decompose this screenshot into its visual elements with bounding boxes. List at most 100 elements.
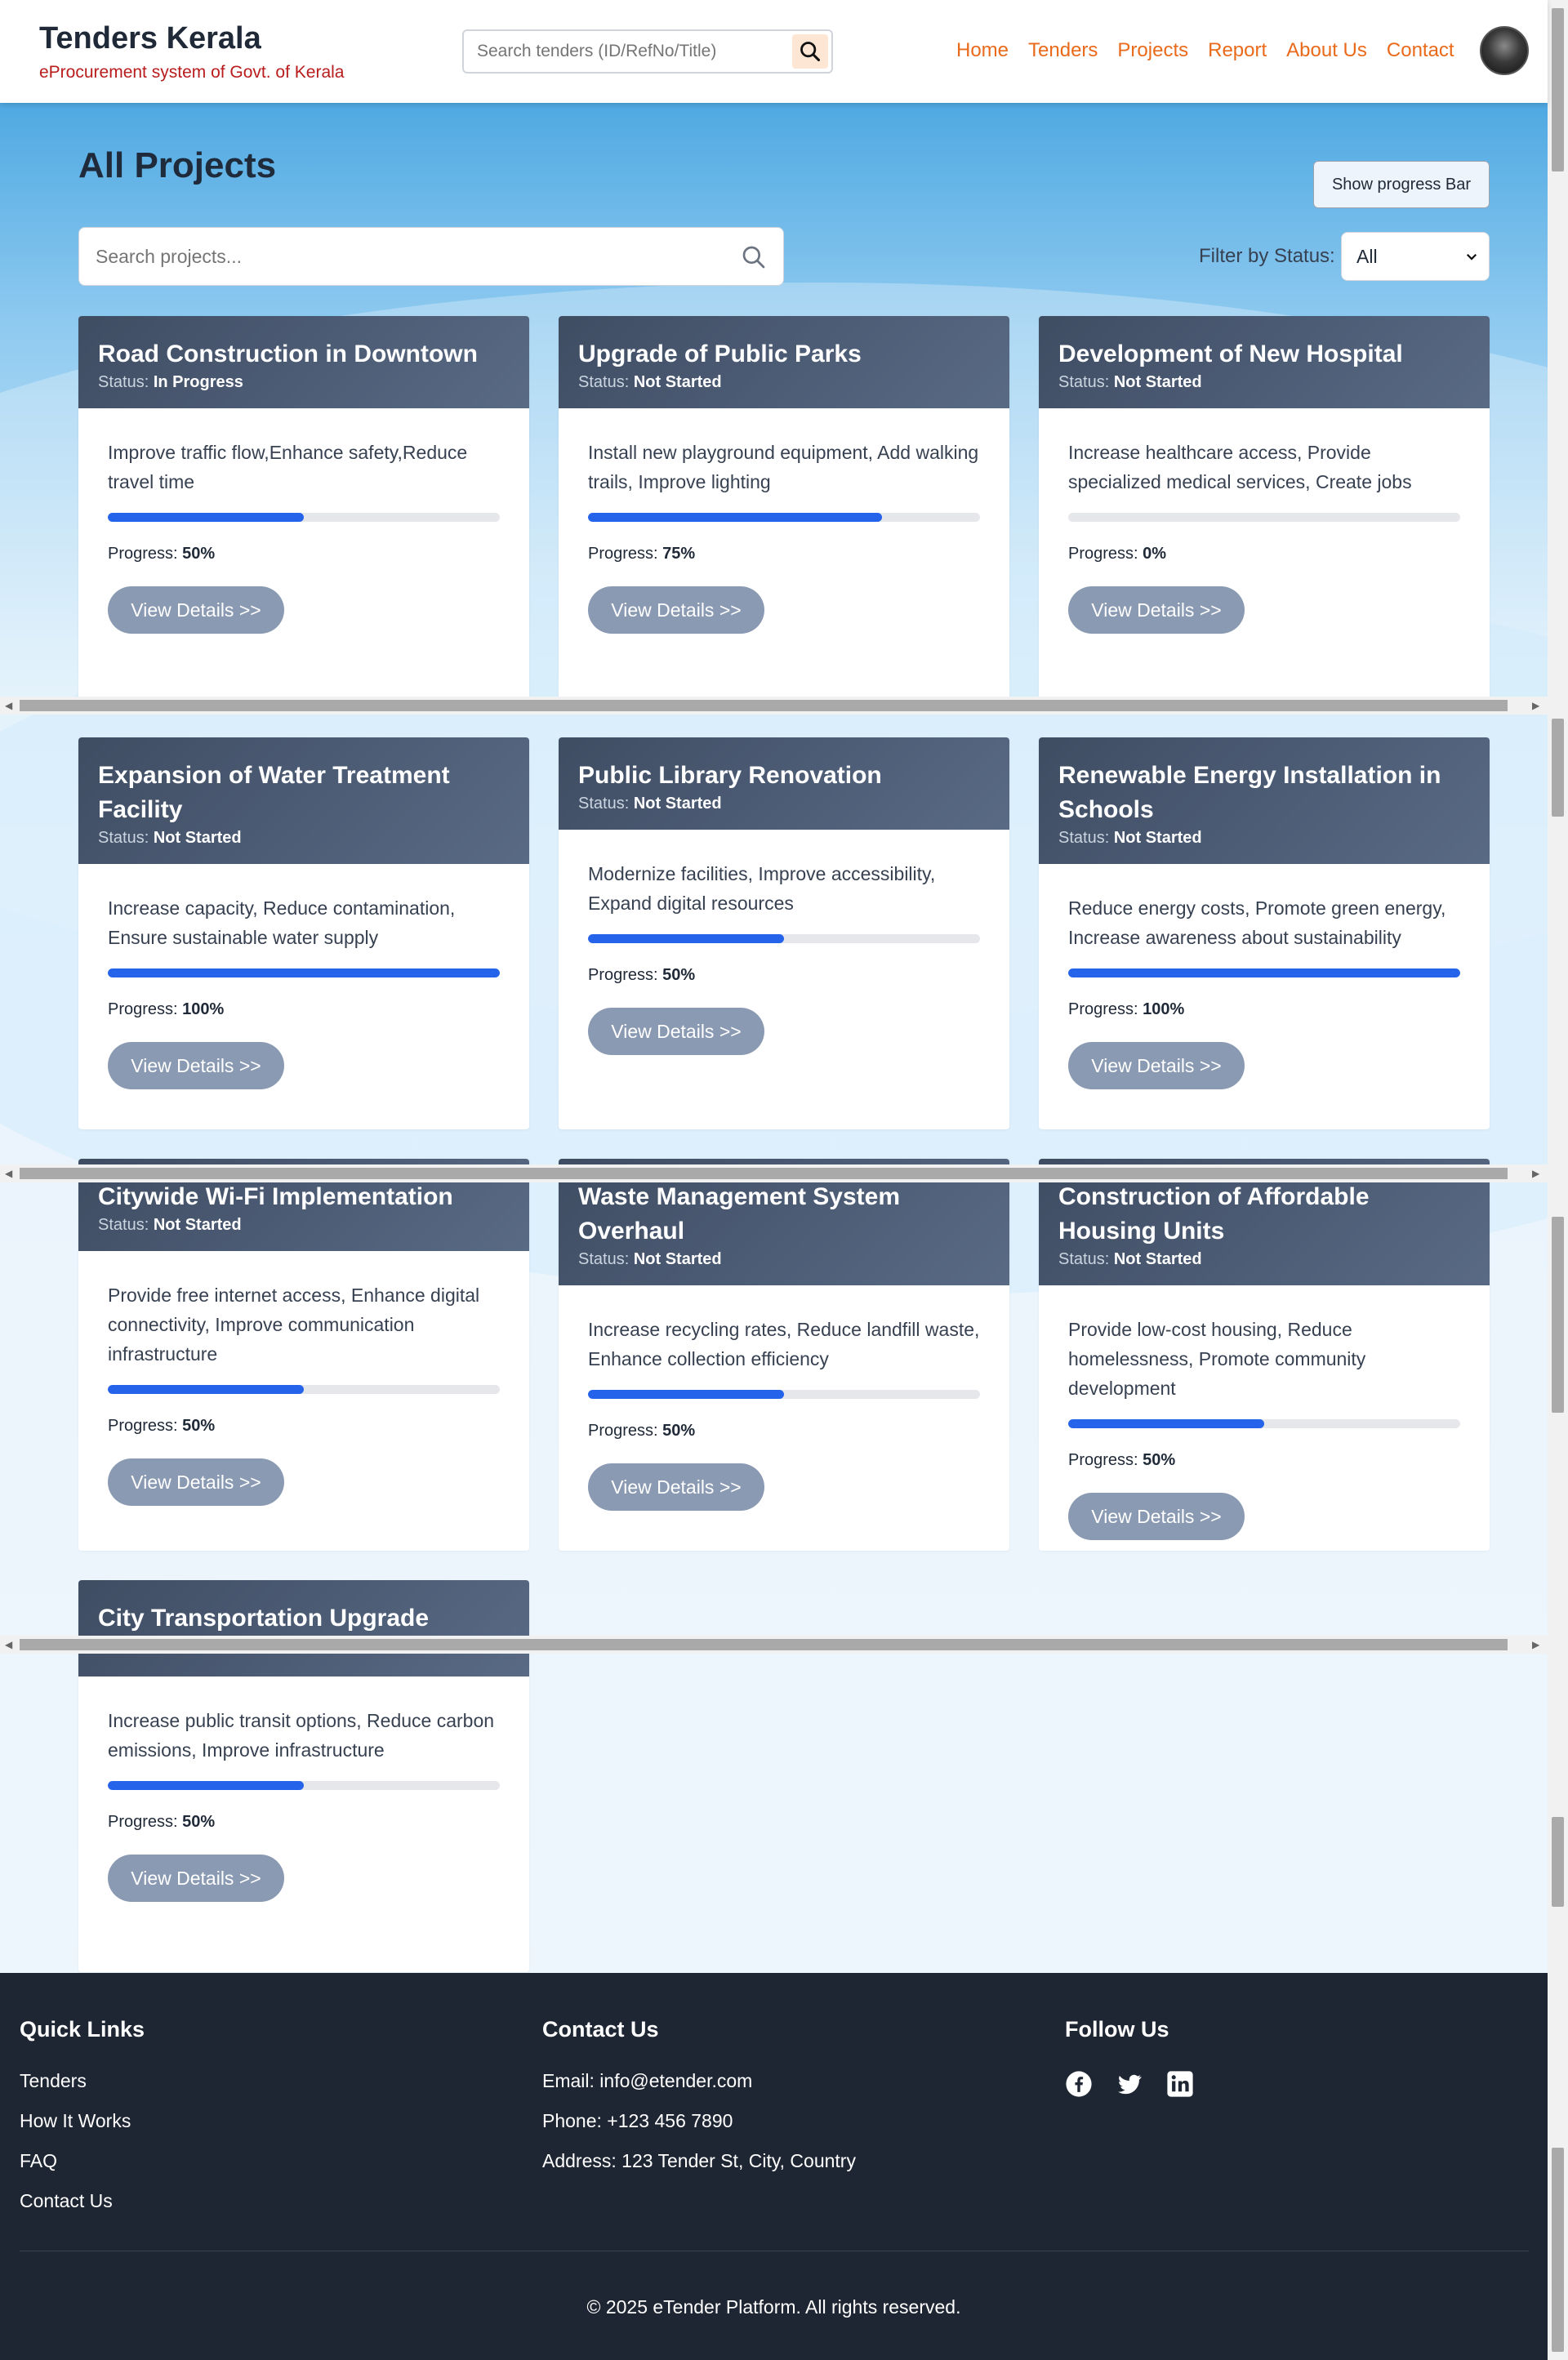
progress-bar xyxy=(1068,513,1460,522)
follow-us: Follow Us xyxy=(1065,2017,1194,2098)
project-card: Development of New Hospital Status: Not … xyxy=(1039,316,1490,708)
scrollbar-thumb[interactable] xyxy=(20,1639,1508,1650)
status-value: Not Started xyxy=(1113,1250,1202,1268)
project-card: Expansion of Water Treatment Facility St… xyxy=(78,737,529,1129)
project-status: Status: Not Started xyxy=(98,1216,242,1234)
progress-fill xyxy=(1068,968,1460,977)
project-card: Citywide Wi-Fi Implementation Status: No… xyxy=(78,1159,529,1551)
status-value: Not Started xyxy=(153,1216,242,1234)
brand-title[interactable]: Tenders Kerala xyxy=(39,21,345,56)
footer-link-contact-us[interactable]: Contact Us xyxy=(20,2190,145,2212)
project-status: Status: Not Started xyxy=(1058,1250,1202,1268)
site-footer: Quick Links Tenders How It Works FAQ Con… xyxy=(0,1973,1548,2360)
project-status: Status: In Progress xyxy=(98,373,243,391)
user-avatar[interactable] xyxy=(1480,26,1529,75)
card-header: Public Library Renovation Status: Not St… xyxy=(559,737,1009,830)
card-header: Road Construction in Downtown Status: In… xyxy=(78,316,529,408)
show-progress-bar-button[interactable]: Show progress Bar xyxy=(1313,161,1490,208)
card-header: Renewable Energy Installation in Schools… xyxy=(1039,737,1490,864)
chevron-down-icon xyxy=(1466,253,1477,260)
scrollbar-thumb[interactable] xyxy=(1552,1817,1564,1907)
progress-text: Progress: 100% xyxy=(108,1000,225,1018)
nav-tenders[interactable]: Tenders xyxy=(1028,39,1098,62)
contact-address: Address: 123 Tender St, City, Country xyxy=(542,2150,856,2171)
linkedin-icon[interactable] xyxy=(1166,2070,1194,2098)
twitter-icon[interactable] xyxy=(1116,2070,1143,2098)
tender-search xyxy=(462,29,833,73)
view-details-button[interactable]: View Details >> xyxy=(108,1042,284,1089)
contact-title: Contact Us xyxy=(542,2017,659,2042)
nav-home[interactable]: Home xyxy=(956,39,1009,62)
nav-contact[interactable]: Contact xyxy=(1387,39,1454,62)
project-card: Public Library Renovation Status: Not St… xyxy=(559,737,1009,1129)
status-filter-select[interactable]: All xyxy=(1341,232,1490,281)
progress-bar xyxy=(1068,1419,1460,1428)
footer-link-faq[interactable]: FAQ xyxy=(20,2150,145,2172)
progress-text: Progress: 0% xyxy=(1068,545,1167,563)
nav-report[interactable]: Report xyxy=(1208,39,1267,62)
scrollbar-thumb[interactable] xyxy=(20,700,1508,711)
status-filter-value: All xyxy=(1356,245,1378,267)
brand[interactable]: Tenders Kerala eProcurement system of Go… xyxy=(39,21,345,82)
progress-fill xyxy=(1068,1419,1264,1428)
horizontal-scrollbar[interactable]: ◀ ▶ xyxy=(0,697,1548,715)
view-details-button[interactable]: View Details >> xyxy=(588,1463,764,1511)
project-title: Citywide Wi-Fi Implementation xyxy=(98,1183,453,1210)
footer-link-tenders[interactable]: Tenders xyxy=(20,2070,145,2092)
progress-text: Progress: 50% xyxy=(108,1813,216,1831)
scrollbar-thumb[interactable] xyxy=(1552,1217,1564,1413)
card-header: Upgrade of Public Parks Status: Not Star… xyxy=(559,316,1009,408)
status-value: Not Started xyxy=(1113,373,1202,391)
progress-bar xyxy=(588,934,980,943)
progress-bar xyxy=(108,1781,500,1790)
progress-bar xyxy=(108,1385,500,1394)
progress-text: Progress: 50% xyxy=(108,545,216,563)
project-status: Status: Not Started xyxy=(1058,373,1202,391)
card-header: Expansion of Water Treatment Facility St… xyxy=(78,737,529,864)
project-status: Status: Not Started xyxy=(578,373,722,391)
scrollbar-thumb[interactable] xyxy=(1552,719,1564,817)
project-card: Renewable Energy Installation in Schools… xyxy=(1039,737,1490,1129)
progress-fill xyxy=(108,1385,304,1394)
progress-fill xyxy=(108,1781,304,1790)
progress-bar xyxy=(1068,968,1460,977)
tender-search-button[interactable] xyxy=(792,34,828,69)
progress-text: Progress: 50% xyxy=(588,1422,696,1440)
project-search xyxy=(78,227,784,286)
brand-subtitle: eProcurement system of Govt. of Kerala xyxy=(39,63,345,82)
view-details-button[interactable]: View Details >> xyxy=(1068,586,1245,634)
horizontal-scrollbar[interactable]: ◀ ▶ xyxy=(0,1636,1548,1654)
project-description: Provide free internet access, Enhance di… xyxy=(108,1285,480,1365)
project-title: Waste Management System Overhaul xyxy=(578,1183,901,1245)
horizontal-scrollbar[interactable]: ◀ ▶ xyxy=(0,1164,1548,1182)
project-description: Increase healthcare access, Provide spec… xyxy=(1068,442,1412,492)
nav-projects[interactable]: Projects xyxy=(1117,39,1188,62)
scrollbar-thumb[interactable] xyxy=(20,1168,1508,1179)
progress-text: Progress: 75% xyxy=(588,545,696,563)
view-details-button[interactable]: View Details >> xyxy=(588,1008,764,1055)
page-title: All Projects xyxy=(78,145,277,185)
tender-search-input[interactable] xyxy=(477,31,779,72)
progress-text: Progress: 100% xyxy=(1068,1000,1185,1018)
footer-link-how-it-works[interactable]: How It Works xyxy=(20,2110,145,2132)
view-details-button[interactable]: View Details >> xyxy=(1068,1042,1245,1089)
view-details-button[interactable]: View Details >> xyxy=(108,586,284,634)
scrollbar-thumb[interactable] xyxy=(1552,8,1564,171)
scrollbar-thumb[interactable] xyxy=(1552,2148,1564,2352)
project-description: Provide low-cost housing, Reduce homeles… xyxy=(1068,1319,1366,1399)
view-details-button[interactable]: View Details >> xyxy=(108,1855,284,1902)
progress-text: Progress: 50% xyxy=(588,966,696,984)
vertical-scrollbar[interactable] xyxy=(1548,0,1568,2360)
project-search-input[interactable] xyxy=(96,228,733,285)
search-icon[interactable] xyxy=(741,244,767,270)
view-details-button[interactable]: View Details >> xyxy=(108,1458,284,1506)
facebook-icon[interactable] xyxy=(1065,2070,1093,2098)
view-details-button[interactable]: View Details >> xyxy=(1068,1493,1245,1540)
project-title: Development of New Hospital xyxy=(1058,341,1403,367)
card-header: Development of New Hospital Status: Not … xyxy=(1039,316,1490,408)
nav-about-us[interactable]: About Us xyxy=(1286,39,1367,62)
view-details-button[interactable]: View Details >> xyxy=(588,586,764,634)
project-grid: Road Construction in Downtown Status: In… xyxy=(78,316,1490,1972)
status-value: Not Started xyxy=(633,795,722,813)
project-description: Improve traffic flow,Enhance safety,Redu… xyxy=(108,442,468,492)
